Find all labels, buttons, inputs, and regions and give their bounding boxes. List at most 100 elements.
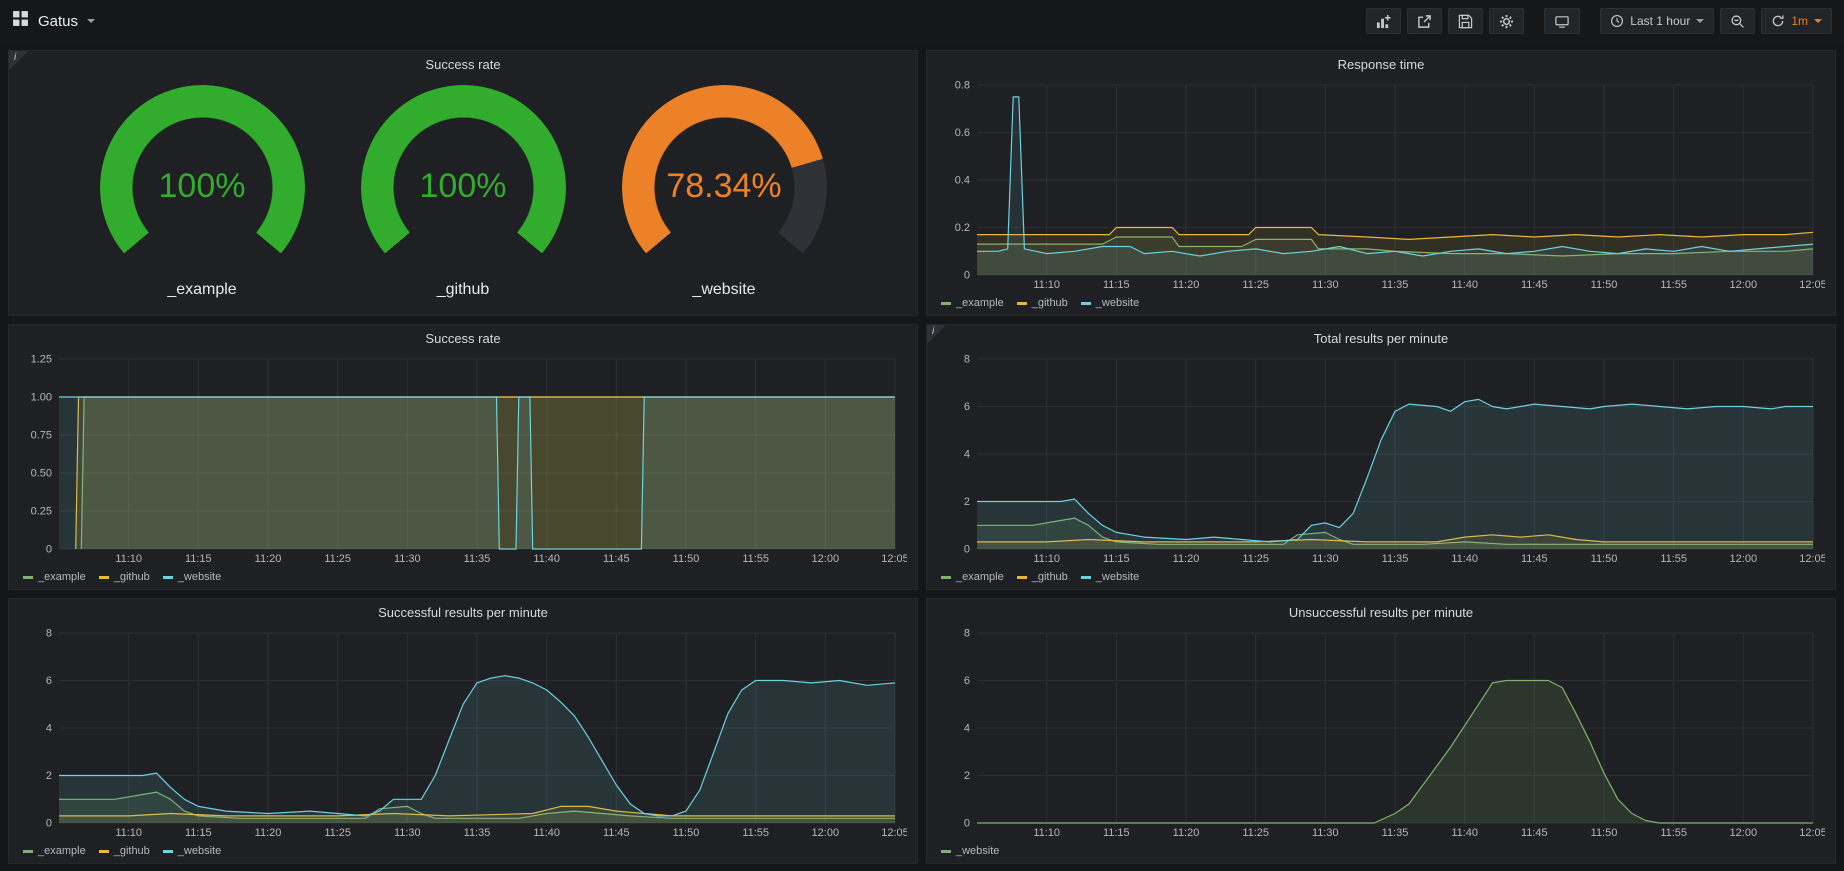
settings-button[interactable]: [1489, 8, 1524, 34]
gauge-value: 100%: [100, 167, 305, 206]
svg-text:11:20: 11:20: [255, 827, 282, 839]
legend-item-_example[interactable]: _example: [941, 297, 1004, 309]
chart-success-rate[interactable]: 00.250.500.751.001.2511:1011:1511:2011:2…: [19, 351, 907, 567]
chart-unsuccessful-results[interactable]: 0246811:1011:1511:2011:2511:3011:3511:40…: [937, 625, 1825, 841]
svg-text:0.8: 0.8: [955, 80, 970, 92]
dashboard-grid: i Success rate 100% _example 100% _githu…: [0, 42, 1844, 871]
svg-text:11:45: 11:45: [1521, 553, 1548, 565]
refresh-button[interactable]: 1m: [1761, 8, 1832, 34]
svg-text:11:35: 11:35: [1382, 827, 1409, 839]
svg-text:12:00: 12:00: [1730, 827, 1758, 839]
svg-text:11:30: 11:30: [1312, 553, 1339, 565]
svg-text:0.4: 0.4: [955, 175, 970, 187]
tv-mode-button[interactable]: [1544, 8, 1580, 34]
svg-text:11:50: 11:50: [1591, 827, 1618, 839]
legend-item-_github[interactable]: _github: [1017, 571, 1068, 583]
clock-icon: [1610, 14, 1624, 28]
legend-item-_example[interactable]: _example: [941, 571, 1004, 583]
legend-item-_github[interactable]: _github: [99, 571, 150, 583]
share-button[interactable]: [1407, 8, 1442, 34]
svg-text:6: 6: [964, 675, 970, 687]
panel-title[interactable]: Successful results per minute: [19, 599, 907, 625]
gauge-label: _website: [622, 281, 827, 299]
dashboard-caret-down-icon[interactable]: [87, 19, 95, 23]
time-range-button[interactable]: Last 1 hour: [1600, 8, 1714, 34]
svg-text:0.75: 0.75: [31, 430, 52, 442]
gauge-_github: 100% _github: [361, 85, 566, 299]
svg-text:1.25: 1.25: [31, 354, 52, 366]
svg-text:0.2: 0.2: [955, 222, 970, 234]
legend-item-_github[interactable]: _github: [99, 845, 150, 857]
legend-item-_website[interactable]: _website: [941, 845, 999, 857]
svg-text:11:25: 11:25: [324, 553, 351, 565]
navbar-right: Last 1 hour 1m: [1366, 8, 1832, 34]
gauge-_example: 100% _example: [100, 85, 305, 299]
svg-text:6: 6: [46, 675, 52, 687]
panel-title[interactable]: Unsuccessful results per minute: [937, 599, 1825, 625]
svg-text:12:00: 12:00: [812, 553, 840, 565]
panel-title[interactable]: Success rate: [19, 51, 907, 77]
svg-text:0: 0: [964, 544, 970, 556]
svg-text:4: 4: [964, 449, 970, 461]
add-panel-button[interactable]: [1366, 8, 1401, 34]
chart-total-results[interactable]: 0246811:1011:1511:2011:2511:3011:3511:40…: [937, 351, 1825, 567]
panel-title-text: Response time: [1338, 57, 1425, 72]
panel-title-text: Success rate: [425, 331, 500, 346]
panel-total-results-per-minute: i Total results per minute 0246811:1011:…: [926, 324, 1836, 590]
legend-item-_example[interactable]: _example: [23, 571, 86, 583]
chart-successful-results[interactable]: 0246811:1011:1511:2011:2511:3011:3511:40…: [19, 625, 907, 841]
panel-info-icon[interactable]: i: [927, 325, 946, 344]
panel-title[interactable]: Response time: [937, 51, 1825, 77]
navbar-left: Gatus: [12, 10, 95, 32]
svg-text:0.6: 0.6: [955, 127, 970, 139]
share-icon: [1417, 14, 1432, 29]
gauge-label: _example: [100, 281, 305, 299]
panel-title[interactable]: Success rate: [19, 325, 907, 351]
svg-text:11:50: 11:50: [1591, 279, 1618, 291]
zoom-out-button[interactable]: [1720, 8, 1755, 34]
svg-text:11:10: 11:10: [115, 553, 142, 565]
svg-text:11:30: 11:30: [1312, 279, 1339, 291]
svg-text:0: 0: [964, 818, 970, 830]
svg-text:11:10: 11:10: [1033, 827, 1060, 839]
svg-text:12:05: 12:05: [1799, 279, 1825, 291]
svg-text:12:00: 12:00: [1730, 553, 1758, 565]
panel-successful-results-per-minute: Successful results per minute 0246811:10…: [8, 598, 918, 864]
gauge-label: _github: [361, 281, 566, 299]
legend-item-_website[interactable]: _website: [1081, 571, 1139, 583]
svg-text:11:15: 11:15: [1103, 827, 1130, 839]
chart-area: 0246811:1011:1511:2011:2511:3011:3511:40…: [937, 625, 1825, 861]
svg-text:11:30: 11:30: [394, 553, 421, 565]
legend-item-_website[interactable]: _website: [1081, 297, 1139, 309]
legend-item-_website[interactable]: _website: [163, 845, 221, 857]
panel-response-time: Response time 00.20.40.60.811:1011:1511:…: [926, 50, 1836, 316]
zoom-out-icon: [1730, 14, 1745, 29]
chart-response-time[interactable]: 00.20.40.60.811:1011:1511:2011:2511:3011…: [937, 77, 1825, 293]
svg-text:11:15: 11:15: [185, 827, 212, 839]
apps-grid-icon[interactable]: [12, 10, 29, 32]
refresh-icon: [1771, 14, 1785, 28]
svg-text:11:55: 11:55: [1660, 279, 1687, 291]
chart-area: 00.250.500.751.001.2511:1011:1511:2011:2…: [19, 351, 907, 587]
svg-text:12:00: 12:00: [812, 827, 840, 839]
legend-item-_website[interactable]: _website: [163, 571, 221, 583]
svg-text:11:45: 11:45: [603, 827, 630, 839]
svg-text:11:20: 11:20: [255, 553, 282, 565]
panel-info-icon[interactable]: i: [9, 51, 28, 70]
svg-text:0: 0: [46, 818, 52, 830]
svg-text:4: 4: [46, 723, 52, 735]
chart-legend: _example _github _website: [19, 567, 907, 587]
save-button[interactable]: [1448, 8, 1483, 34]
chart-legend: _example _github _website: [19, 841, 907, 861]
svg-text:11:45: 11:45: [603, 553, 630, 565]
dashboard-title[interactable]: Gatus: [38, 13, 78, 30]
svg-text:11:25: 11:25: [324, 827, 351, 839]
gauge-row: 100% _example 100% _github 78.34% _websi…: [19, 77, 907, 313]
svg-text:11:40: 11:40: [533, 827, 560, 839]
svg-text:11:40: 11:40: [1451, 279, 1478, 291]
legend-item-_github[interactable]: _github: [1017, 297, 1068, 309]
chart-area: 0246811:1011:1511:2011:2511:3011:3511:40…: [19, 625, 907, 861]
svg-text:11:35: 11:35: [464, 827, 491, 839]
legend-item-_example[interactable]: _example: [23, 845, 86, 857]
panel-title[interactable]: Total results per minute: [937, 325, 1825, 351]
